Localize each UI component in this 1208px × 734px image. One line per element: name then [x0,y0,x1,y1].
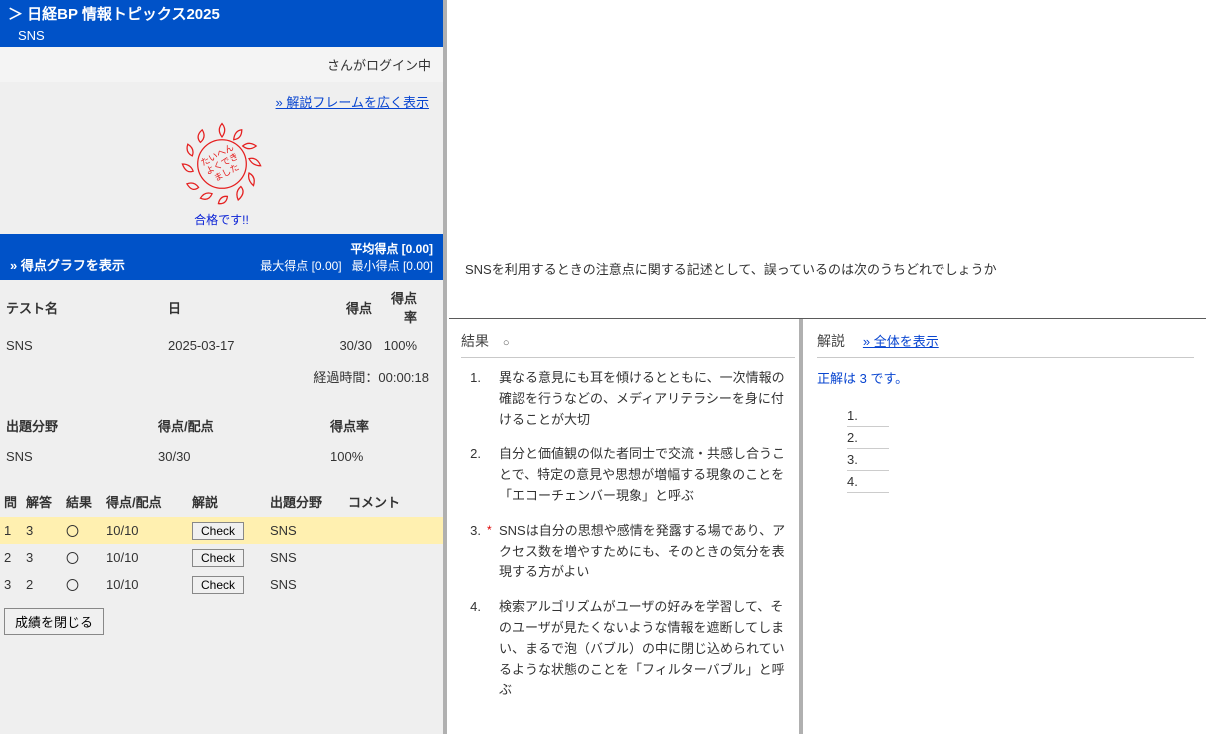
max-score-label: 最大得点 [0.00] [260,259,341,273]
cell-rate: 100% [378,332,441,359]
choice-number: 4. [461,597,487,701]
score-summary-table: テスト名 日 得点 得点率 SNS 2025-03-17 30/30 100% … [0,280,443,394]
cell-pts: 10/10 [102,571,188,598]
th-score: 得点 [296,282,376,330]
th-explanation: 解説 [188,486,266,517]
table-row[interactable]: 13〇10/10Check SNS [0,517,443,544]
result-mark-icon: ○ [503,337,510,349]
cell-field: SNS [266,544,344,571]
result-pane: 結果 ○ 1.異なる意見にも耳を傾けるとともに、一次情報の確認を行うなどの、メデ… [447,319,803,734]
cell-field: SNS [266,571,344,598]
question-text: SNSを利用するときの注意点に関する記述として、誤っているのは次のうちどれでしょ… [465,259,1190,278]
breadcrumb[interactable]: ＞ 日経BP 情報トピックス2025 [8,6,220,23]
choice-item: 2.自分と価値観の似た者同士で交流・共感し合うことで、特定の意見や思想が増幅する… [461,444,795,506]
th-field-rate: 得点率 [326,410,441,441]
elapsed-row: 経過時間：00:00:18 [2,361,441,392]
cell-pts: 10/10 [102,517,188,544]
cell-res: 〇 [62,517,102,544]
avg-score-label: 平均得点 [0.00] [260,240,433,257]
th-comment: コメント [344,486,443,517]
choice-text: 自分と価値観の似た者同士で交流・共感し合うことで、特定の意見や思想が増幅する現象… [499,444,795,506]
check-button[interactable]: Check [192,576,244,594]
cell-elapsed: 経過時間：00:00:18 [2,361,441,392]
explanation-pane: 解説 » 全体を表示 正解は 3 です。 1.2.3.4. [803,319,1208,734]
pass-caption: 合格です!! [0,211,443,228]
explanation-item[interactable]: 3. [847,449,889,471]
choice-text: 検索アルゴリズムがユーザの好みを学習して、そのユーザが見たくないような情報を遮断… [499,597,795,701]
th-answer: 解答 [22,486,62,517]
login-status: さんがログイン中 [0,47,443,82]
correct-marker-icon [487,597,499,701]
show-score-graph-link[interactable]: » 得点グラフを表示 [10,255,125,274]
right-pane: SNSを利用するときの注意点に関する記述として、誤っているのは次のうちどれでしょ… [447,0,1208,734]
choice-item: 4.検索アルゴリズムがユーザの好みを学習して、そのユーザが見たくないような情報を… [461,597,795,701]
cell-field: SNS [266,517,344,544]
th-field2: 出題分野 [266,486,344,517]
check-button[interactable]: Check [192,522,244,540]
cell-score: 30/30 [296,332,376,359]
cell-comment [344,544,443,571]
subtitle-bar: SNS [0,26,443,47]
cell-comment [344,517,443,544]
th-points: 得点/配点 [102,486,188,517]
cell-field-rate: 100% [326,443,441,470]
cell-test: SNS [2,332,162,359]
field-row: SNS 30/30 100% [2,443,441,470]
th-field-score: 得点/配点 [154,410,324,441]
cell-q: 1 [0,517,22,544]
min-score-label: 最小得点 [0.00] [352,259,433,273]
cell-res: 〇 [62,544,102,571]
sakura-stamp-icon: たいへん よくでき ました [177,119,267,209]
correct-marker-icon [487,444,499,506]
choice-number: 3. [461,521,487,583]
question-frame: SNSを利用するときの注意点に関する記述として、誤っているのは次のうちどれでしょ… [447,0,1208,318]
choice-item: 1.異なる意見にも耳を傾けるとともに、一次情報の確認を行うなどの、メディアリテラ… [461,368,795,430]
correct-marker-icon [487,368,499,430]
th-test-name: テスト名 [2,282,162,330]
explanation-item[interactable]: 4. [847,471,889,493]
score-row: SNS 2025-03-17 30/30 100% [2,332,441,359]
close-results-button[interactable]: 成績を閉じる [4,608,104,635]
correct-answer-text: 正解は 3 です。 [817,368,1194,387]
th-field: 出題分野 [2,410,152,441]
th-question: 問 [0,486,22,517]
pass-stamp-area: たいへん よくでき ました 合格です!! [0,115,443,234]
cell-q: 3 [0,571,22,598]
explanation-item[interactable]: 2. [847,427,889,449]
check-button[interactable]: Check [192,549,244,567]
choice-text: SNSは自分の思想や感情を発露する場であり、アクセス数を増やすためにも、そのとき… [499,521,795,583]
explanation-title: 解説 [817,333,845,349]
cell-ans: 3 [22,517,62,544]
th-rate: 得点率 [378,282,441,330]
choice-number: 2. [461,444,487,506]
cell-q: 2 [0,544,22,571]
table-row[interactable]: 23〇10/10Check SNS [0,544,443,571]
cell-date: 2025-03-17 [164,332,294,359]
show-all-explanation-link[interactable]: » 全体を表示 [863,334,939,349]
th-date: 日 [164,282,294,330]
breadcrumb-bar: ＞ 日経BP 情報トピックス2025 [0,0,443,26]
answers-table: 問 解答 結果 得点/配点 解説 出題分野 コメント 13〇10/10Check… [0,486,443,598]
cell-field: SNS [2,443,152,470]
cell-ans: 3 [22,544,62,571]
cell-field-score: 30/30 [154,443,324,470]
cell-ans: 2 [22,571,62,598]
choice-number: 1. [461,368,487,430]
widen-explanation-link[interactable]: » 解説フレームを広く表示 [276,95,429,110]
field-summary-table: 出題分野 得点/配点 得点率 SNS 30/30 100% [0,408,443,472]
cell-pts: 10/10 [102,544,188,571]
th-result: 結果 [62,486,102,517]
choice-text: 異なる意見にも耳を傾けるとともに、一次情報の確認を行うなどの、メディアリテラシー… [499,368,795,430]
table-row[interactable]: 32〇10/10Check SNS [0,571,443,598]
stats-bar: » 得点グラフを表示 平均得点 [0.00] 最大得点 [0.00] 最小得点 … [0,234,443,280]
cell-comment [344,571,443,598]
choice-item: 3.*SNSは自分の思想や感情を発露する場であり、アクセス数を増やすためにも、そ… [461,521,795,583]
correct-marker-icon: * [487,521,499,583]
explanation-item[interactable]: 1. [847,405,889,427]
cell-res: 〇 [62,571,102,598]
left-pane: ＞ 日経BP 情報トピックス2025 SNS さんがログイン中 » 解説フレーム… [0,0,447,734]
result-title: 結果 [461,333,489,349]
